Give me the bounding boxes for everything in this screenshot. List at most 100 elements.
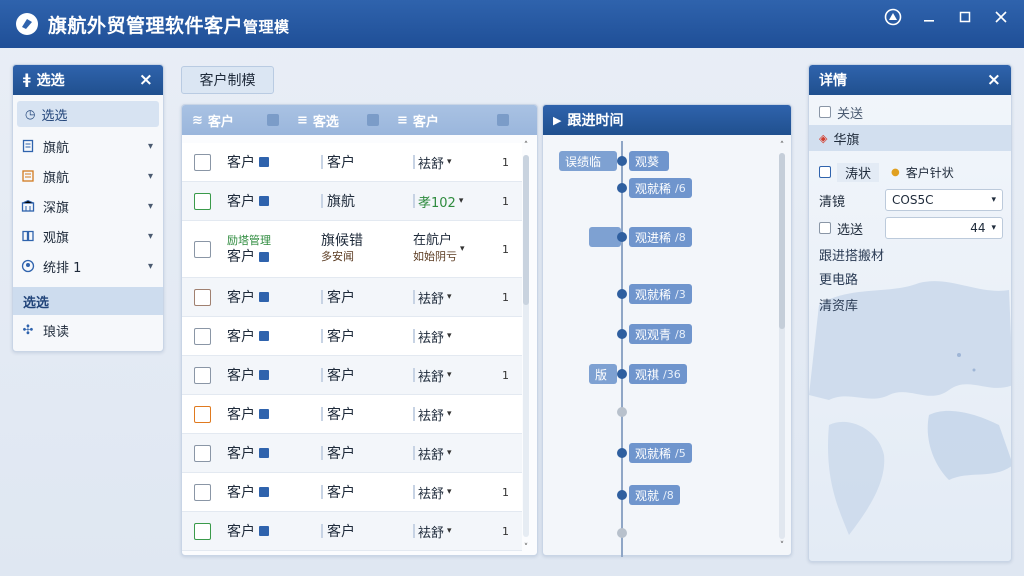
- timeline-label[interactable]: 观观青/8: [629, 324, 692, 344]
- notify-icon[interactable]: [878, 2, 908, 32]
- timeline-entry[interactable]: 观观青/8: [543, 324, 783, 344]
- close-icon[interactable]: [986, 2, 1016, 32]
- status-cell[interactable]: 袪舒 ▾: [413, 288, 489, 307]
- scroll-thumb[interactable]: [779, 153, 785, 329]
- status-cell[interactable]: 在航户 如始阴亏 ▾: [413, 233, 489, 265]
- sidebar-item-2[interactable]: 旗航 ▾: [13, 161, 163, 191]
- timeline-label[interactable]: 观就/8: [629, 485, 680, 505]
- column-header[interactable]: ≡ 客选: [287, 105, 387, 135]
- chevron-down-icon[interactable]: ▾: [460, 244, 465, 254]
- status-cell[interactable]: 袪舒 ▾: [413, 153, 489, 172]
- details-status-row: 涛状 ● 客户针状: [809, 159, 1011, 185]
- timeline-entry[interactable]: 观进稀/8: [543, 227, 783, 247]
- sidebar-item-3[interactable]: 深旗 ▾: [13, 191, 163, 221]
- status-cell[interactable]: 袪舒 ▾: [413, 405, 489, 424]
- status-cell[interactable]: 袪舒 ▾: [413, 444, 489, 463]
- details-link-3[interactable]: 清资库: [819, 295, 858, 314]
- timeline-entry[interactable]: [543, 523, 783, 543]
- close-icon[interactable]: ×: [987, 70, 1001, 90]
- details-row-related[interactable]: 关送: [809, 99, 1011, 125]
- row-checkbox[interactable]: [194, 153, 211, 171]
- chevron-down-icon[interactable]: ▾: [447, 448, 452, 458]
- timeline-entry[interactable]: 观就稀/6: [543, 178, 783, 198]
- column-header[interactable]: ≋ 客户: [182, 105, 287, 135]
- status-cell[interactable]: 袪舒 ▾: [413, 327, 489, 346]
- chevron-up-icon[interactable]: ˄: [521, 141, 531, 151]
- table-row[interactable]: 客户 客户 袪舒 ▾ 1: [182, 356, 522, 395]
- filter-icon[interactable]: [267, 114, 279, 126]
- chevron-down-icon[interactable]: ˅: [777, 541, 787, 551]
- table-row[interactable]: 客户 客户 袪舒 ▾ 1: [182, 512, 522, 551]
- table-row[interactable]: 客户 客户 袪舒 ▾: [182, 317, 522, 356]
- timeline-entry[interactable]: [543, 402, 783, 422]
- timeline-entry[interactable]: 观就稀/3: [543, 284, 783, 304]
- row-checkbox[interactable]: [194, 240, 211, 258]
- timeline-label[interactable]: 观就稀/5: [629, 443, 692, 463]
- table-scrollbar[interactable]: ˄ ˅: [521, 141, 531, 553]
- timeline-label[interactable]: 观葵: [629, 151, 670, 171]
- timeline-entry[interactable]: 观就/8: [543, 485, 783, 505]
- chevron-down-icon: ▾: [991, 195, 996, 205]
- sidebar-item-4[interactable]: 观旗 ▾: [13, 221, 163, 251]
- table-row[interactable]: 客户 客户 袪舒 ▾ 1: [182, 143, 522, 182]
- field1-select[interactable]: COS5C ▾: [885, 189, 1003, 211]
- chevron-down-icon[interactable]: ▾: [447, 157, 452, 167]
- filter-icon[interactable]: [367, 114, 379, 126]
- status-cell[interactable]: 孝102 ▾: [413, 192, 489, 211]
- chevron-down-icon[interactable]: ▾: [447, 487, 452, 497]
- details-link-1[interactable]: 跟进搭搬材: [819, 245, 884, 264]
- minimize-icon[interactable]: [914, 2, 944, 32]
- timeline-scrollbar[interactable]: ˄ ˅: [777, 141, 787, 551]
- table-row[interactable]: 客户 客户 袪舒 ▾ 1: [182, 473, 522, 512]
- row-checkbox[interactable]: [194, 405, 211, 423]
- row-checkbox[interactable]: [194, 522, 211, 540]
- timeline-label-text: 观进稀: [635, 230, 672, 245]
- status-cell[interactable]: 袪舒 ▾: [413, 483, 489, 502]
- sidebar-item-5[interactable]: 统排 1 ▾: [13, 251, 163, 281]
- checkbox[interactable]: [819, 166, 831, 178]
- tab-customer-view[interactable]: 客户制模: [181, 66, 274, 94]
- row-checkbox[interactable]: [194, 327, 211, 345]
- field2-select[interactable]: 44 ▾: [885, 217, 1003, 239]
- table-row[interactable]: 客户 客户 袪舒 ▾: [182, 395, 522, 434]
- row-checkbox[interactable]: [194, 366, 211, 384]
- checkbox[interactable]: [819, 222, 831, 234]
- table-row[interactable]: 客户 客户 袪舒 ▾: [182, 434, 522, 473]
- sidebar-item-extra[interactable]: ✣ 琅读: [13, 315, 163, 345]
- row-checkbox[interactable]: [194, 288, 211, 306]
- timeline-dot: [617, 289, 627, 299]
- timeline-label[interactable]: 观就稀/3: [629, 284, 692, 304]
- filter-icon[interactable]: [497, 114, 509, 126]
- row-checkbox[interactable]: [194, 192, 211, 210]
- row-checkbox[interactable]: [194, 483, 211, 501]
- timeline-entry[interactable]: 观就稀/5: [543, 443, 783, 463]
- chevron-down-icon[interactable]: ▾: [447, 409, 452, 419]
- details-row-company[interactable]: ◈ 华旗: [809, 125, 1011, 151]
- chevron-down-icon[interactable]: ▾: [459, 196, 464, 206]
- maximize-icon[interactable]: [950, 2, 980, 32]
- chevron-down-icon[interactable]: ˅: [521, 543, 531, 553]
- status-cell[interactable]: 袪舒 ▾: [413, 522, 489, 541]
- row-checkbox[interactable]: [194, 444, 211, 462]
- filter-all-item[interactable]: ◷ 选选: [17, 101, 159, 127]
- scroll-thumb[interactable]: [523, 155, 529, 305]
- chevron-down-icon[interactable]: ▾: [447, 331, 452, 341]
- timeline-entry[interactable]: 版观祺/36: [543, 364, 783, 384]
- sidebar-item-1[interactable]: 旗航 ▾: [13, 131, 163, 161]
- timeline-label[interactable]: 观祺/36: [629, 364, 687, 384]
- timeline-label[interactable]: 观就稀/6: [629, 178, 692, 198]
- table-row[interactable]: 励塔管理 客户 旗候错 多安闻 在航户 如始阴亏 ▾ 1: [182, 221, 522, 278]
- column-header[interactable]: ≡ 客户: [387, 105, 517, 135]
- checkbox[interactable]: [819, 106, 831, 118]
- timeline-label[interactable]: 观进稀/8: [629, 227, 692, 247]
- chevron-down-icon[interactable]: ▾: [447, 370, 452, 380]
- details-link-2[interactable]: 更电路: [819, 269, 858, 288]
- timeline-entry[interactable]: 误绩临 观葵: [543, 151, 783, 171]
- table-row[interactable]: 客户 旗航 孝102 ▾ 1: [182, 182, 522, 221]
- close-icon[interactable]: ×: [139, 70, 153, 90]
- chevron-up-icon[interactable]: ˄: [777, 141, 787, 151]
- chevron-down-icon[interactable]: ▾: [447, 526, 452, 536]
- table-row[interactable]: 客户 客户 袪舒 ▾ 1: [182, 278, 522, 317]
- chevron-down-icon[interactable]: ▾: [447, 292, 452, 302]
- status-cell[interactable]: 袪舒 ▾: [413, 366, 489, 385]
